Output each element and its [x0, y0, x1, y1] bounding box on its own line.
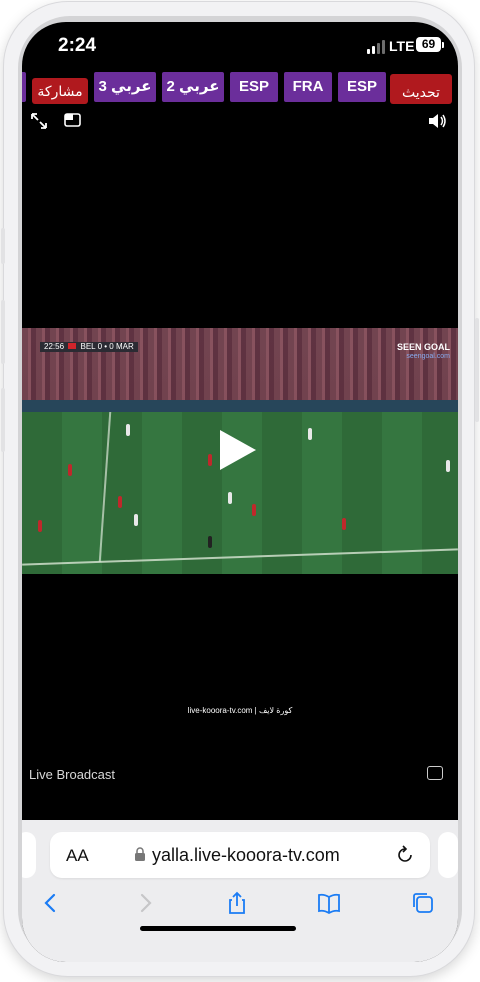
video-frame[interactable]: 22:56 BEL 0 • 0 MAR SEEN GOAL seengoal.c…: [22, 328, 458, 574]
player-figure: [446, 460, 450, 472]
power-button: [475, 318, 479, 422]
score-away-team: MAR: [115, 342, 134, 351]
forward-icon[interactable]: [132, 890, 158, 916]
address-bar[interactable]: AA yalla.live-kooora-tv.com: [50, 832, 430, 878]
next-tab-pill[interactable]: [438, 832, 458, 878]
video-advert-board: [22, 400, 458, 412]
channel-bar: مشاركة عربي 3 عربي 2 ESP FRA ESP تحديث: [22, 72, 458, 106]
player-figure: [126, 424, 130, 436]
player-figure: [252, 504, 256, 516]
player-figure: [68, 464, 72, 476]
score-separator-icon: •: [104, 342, 108, 351]
player-controls: [22, 110, 458, 134]
broadcaster-name: SEEN GOAL: [396, 342, 450, 352]
volume-down-button: [1, 388, 5, 452]
refresh-button[interactable]: تحديث: [390, 74, 452, 104]
channel-tab-esp-2[interactable]: ESP: [338, 72, 386, 102]
bookmarks-icon[interactable]: [316, 890, 342, 916]
volume-up-button: [1, 300, 5, 364]
captions-icon[interactable]: [427, 766, 443, 780]
url-text[interactable]: yalla.live-kooora-tv.com: [152, 845, 340, 866]
status-time: 2:24: [58, 35, 97, 56]
back-icon[interactable]: [38, 890, 64, 916]
broadcaster-logo: SEEN GOAL seengoal.com: [397, 342, 450, 362]
score-away: 0: [109, 342, 114, 351]
channel-tab-fra[interactable]: FRA: [284, 72, 332, 102]
screen: 2:24 LTE 69 مشاركة عربي 3 عربي 2 ESP FRA…: [22, 22, 458, 962]
lock-icon: [135, 847, 145, 861]
player-figure: [38, 520, 42, 532]
share-icon[interactable]: [224, 890, 250, 916]
channel-tab-arabic-3[interactable]: عربي 3: [94, 72, 156, 102]
volume-icon[interactable]: [426, 110, 448, 132]
reload-icon[interactable]: [394, 844, 416, 866]
home-indicator[interactable]: [140, 926, 296, 931]
scoreboard: 22:56 BEL 0 • 0 MAR: [40, 342, 138, 352]
silent-switch: [1, 228, 5, 264]
score-home: 0: [97, 342, 103, 351]
share-button[interactable]: مشاركة: [32, 78, 88, 104]
channel-tab-esp[interactable]: ESP: [230, 72, 278, 102]
channel-tab-partial[interactable]: [22, 72, 26, 102]
channel-tab-arabic-2[interactable]: عربي 2: [162, 72, 224, 102]
player-figure: [228, 492, 232, 504]
player-figure: [134, 514, 138, 526]
player-figure: [208, 536, 212, 548]
home-flag-icon: [68, 343, 77, 349]
network-type: LTE: [389, 38, 415, 54]
signal-icon: [367, 40, 387, 54]
picture-in-picture-icon[interactable]: [62, 110, 84, 132]
play-icon[interactable]: [220, 430, 256, 470]
tabs-icon[interactable]: [410, 890, 436, 916]
battery-icon: 69: [416, 37, 441, 52]
battery-tip: [442, 42, 444, 48]
score-clock: 22:56: [44, 342, 65, 351]
site-watermark: live-kooora-tv.com | كورة لايف: [187, 706, 293, 715]
player-figure: [308, 428, 312, 440]
player-figure: [118, 496, 122, 508]
fullscreen-icon[interactable]: [28, 110, 50, 132]
player-figure: [342, 518, 346, 530]
score-home-team: BEL: [80, 342, 96, 351]
live-broadcast-label: Live Broadcast: [29, 767, 115, 782]
status-bar: 2:24 LTE 69: [22, 22, 458, 72]
safari-toolbar: AA yalla.live-kooora-tv.com: [22, 820, 458, 962]
previous-tab-pill[interactable]: [22, 832, 36, 878]
video-stands: [22, 328, 458, 400]
text-size-button[interactable]: AA: [66, 846, 89, 866]
broadcaster-sub: seengoal.com: [406, 353, 450, 360]
player-figure: [208, 454, 212, 466]
